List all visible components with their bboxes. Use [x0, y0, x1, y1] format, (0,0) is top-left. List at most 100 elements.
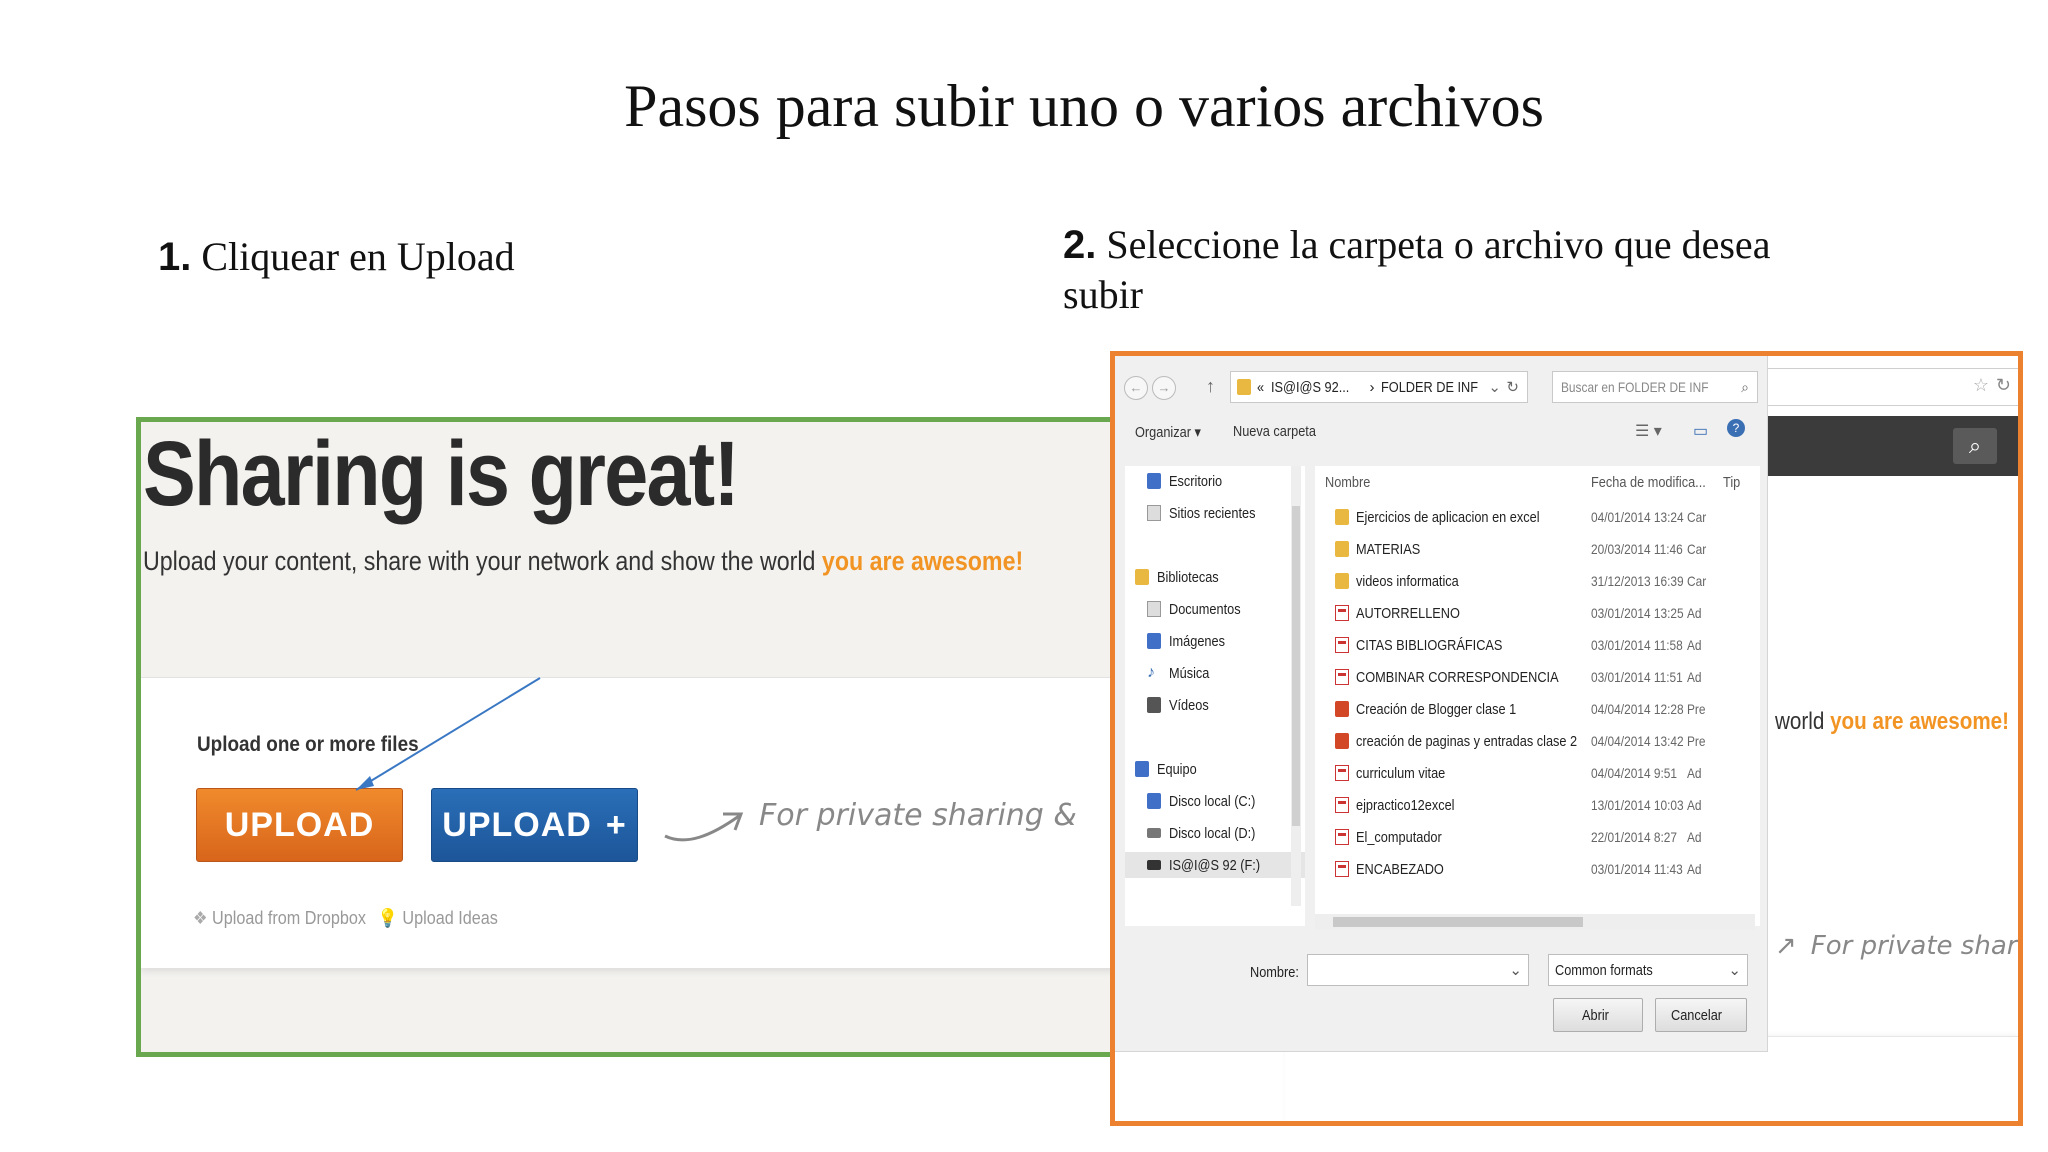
step-2-text-line2: subir [1063, 272, 1143, 317]
filename-input[interactable]: ⌄ [1307, 954, 1529, 986]
path-separator: › [1369, 378, 1375, 396]
chevron-down-icon[interactable]: ⌄ [1488, 378, 1501, 396]
file-type-icon [1335, 637, 1349, 653]
nav-documentos[interactable]: Documentos [1147, 596, 1253, 622]
background-text: world [1775, 708, 1831, 735]
column-name[interactable]: Nombre [1325, 474, 1370, 491]
step-2-text: Seleccione la carpeta o archivo que dese… [1096, 222, 1771, 267]
step-1-text: Cliquear en Upload [191, 234, 515, 279]
path-segment-2[interactable]: FOLDER DE INF [1381, 379, 1478, 396]
file-type-icon [1335, 733, 1349, 749]
step-2: 2. Seleccione la carpeta o archivo que d… [1063, 220, 1770, 320]
music-icon: ♪ [1147, 664, 1155, 681]
file-list: Nombre Fecha de modifica... Tip Ejercici… [1315, 466, 1760, 926]
lightbulb-icon: 💡 [377, 908, 398, 928]
dropbox-icon: ❖ [193, 908, 208, 928]
background-highlight: you are awesome! [1830, 708, 2010, 735]
refresh-icon: ↻ [1995, 375, 2011, 395]
view-options-icon[interactable]: ☰ ▾ [1635, 421, 1662, 441]
nav-label: Bibliotecas [1157, 568, 1219, 586]
dialog-toolbar: Organizar ▾ Nueva carpeta ☰ ▾ ▭ ? [1115, 411, 1767, 455]
nav-imagenes[interactable]: Imágenes [1147, 628, 1235, 654]
background-private: For private shari [1810, 931, 2023, 961]
file-type: Car [1687, 509, 1707, 525]
chevron-down-icon[interactable]: ⌄ [1728, 961, 1741, 979]
file-type-icon [1335, 765, 1349, 781]
dropbox-link[interactable]: Upload from Dropbox [212, 908, 366, 928]
file-row[interactable]: El_computador 22/01/2014 8:27 Ad [1315, 824, 1760, 850]
upload-links: ❖ Upload from Dropbox 💡 Upload Ideas [193, 908, 498, 929]
file-date: 03/01/2014 11:51 [1591, 669, 1683, 685]
tagline: Upload your content, share with your net… [143, 546, 1023, 577]
open-button[interactable]: Abrir [1553, 998, 1643, 1032]
upload-card: Upload one or more files UPLOAD UPLOAD + … [141, 677, 1156, 968]
nav-recientes[interactable]: Sitios recientes [1147, 500, 1271, 526]
file-row[interactable]: Creación de Blogger clase 1 04/04/2014 12… [1315, 696, 1760, 722]
file-row[interactable]: AUTORRELLENO 03/01/2014 13:25 Ad [1315, 600, 1760, 626]
file-type-select[interactable]: Common formats ⌄ [1548, 954, 1748, 986]
back-icon[interactable]: ← [1124, 376, 1148, 400]
nav-disco-c[interactable]: Disco local (C:) [1147, 788, 1271, 814]
file-row[interactable]: CITAS BIBLIOGRÁFICAS 03/01/2014 11:58 Ad [1315, 632, 1760, 658]
file-row[interactable]: ENCABEZADO 03/01/2014 11:43 Ad [1315, 856, 1760, 882]
horizontal-scrollbar[interactable] [1315, 914, 1755, 930]
file-type: Car [1687, 541, 1707, 557]
background-private-text: ↗ For private shari [1775, 931, 2023, 961]
forward-icon[interactable]: → [1152, 376, 1176, 400]
file-row[interactable]: videos informatica 31/12/2013 16:39 Car [1315, 568, 1760, 594]
file-name: curriculum vitae [1356, 764, 1446, 782]
private-sharing-text: For private sharing & [759, 798, 1077, 833]
address-bar[interactable]: « IS@I@S 92... › FOLDER DE INF ⌄ ↻ [1230, 371, 1528, 403]
file-type-icon [1335, 605, 1349, 621]
file-type: Ad [1687, 797, 1702, 813]
search-input[interactable]: Buscar en FOLDER DE INF ⌕ [1552, 371, 1758, 403]
file-row[interactable]: COMBINAR CORRESPONDENCIA 03/01/2014 11:51… [1315, 664, 1760, 690]
usb-drive-icon [1147, 860, 1161, 870]
tagline-text: Upload your content, share with your net… [143, 546, 822, 576]
nav-musica[interactable]: ♪ Música [1147, 660, 1217, 686]
column-type[interactable]: Tip [1723, 474, 1740, 491]
nav-videos[interactable]: Vídeos [1147, 692, 1216, 718]
nav-label: Documentos [1169, 600, 1241, 618]
column-date[interactable]: Fecha de modifica... [1591, 474, 1706, 491]
cancel-button[interactable]: Cancelar [1655, 998, 1747, 1032]
nav-disco-d[interactable]: Disco local (D:) [1147, 820, 1271, 846]
file-type-icon [1335, 861, 1349, 877]
file-date: 13/01/2014 10:03 [1591, 797, 1684, 813]
up-arrow-icon[interactable]: ↑ [1206, 376, 1215, 397]
file-row[interactable]: MATERIAS 20/03/2014 11:46 Car [1315, 536, 1760, 562]
refresh-icon[interactable]: ↻ [1506, 378, 1519, 396]
annotation-arrow [355, 677, 541, 791]
preview-pane-icon[interactable]: ▭ [1693, 421, 1708, 441]
file-type: Ad [1687, 829, 1702, 845]
file-date: 31/12/2013 16:39 [1591, 573, 1684, 589]
nav-bibliotecas[interactable]: Bibliotecas [1135, 564, 1230, 590]
folder-icon [1237, 379, 1251, 395]
organize-button[interactable]: Organizar ▾ [1135, 423, 1201, 441]
file-name: ejpractico12excel [1356, 796, 1455, 814]
chevron-down-icon[interactable]: ⌄ [1509, 961, 1522, 979]
ideas-link[interactable]: Upload Ideas [402, 908, 497, 928]
file-date: 04/01/2014 13:24 [1591, 509, 1684, 525]
help-icon[interactable]: ? [1727, 419, 1745, 437]
documents-icon [1147, 601, 1161, 617]
cancel-label: Cancelar [1670, 1006, 1723, 1024]
file-row[interactable]: creación de paginas y entradas clase 2 04… [1315, 728, 1760, 754]
file-row[interactable]: Ejercicios de aplicacion en excel 04/01/2… [1315, 504, 1760, 530]
open-file-dialog: ← → ↑ « IS@I@S 92... › FOLDER DE INF ⌄ ↻… [1115, 356, 1768, 1052]
desktop-icon [1147, 473, 1161, 489]
file-row[interactable]: ejpractico12excel 13/01/2014 10:03 Ad [1315, 792, 1760, 818]
file-type-icon [1335, 509, 1349, 525]
new-folder-button[interactable]: Nueva carpeta [1233, 423, 1316, 440]
file-row[interactable]: curriculum vitae 04/04/2014 9:51 Ad [1315, 760, 1760, 786]
file-date: 04/04/2014 9:51 [1591, 765, 1678, 781]
nav-label: Equipo [1157, 760, 1197, 778]
path-segment-1[interactable]: IS@I@S 92... [1271, 379, 1349, 396]
nav-usb[interactable]: IS@I@S 92 (F:) [1125, 852, 1305, 878]
nav-label: Imágenes [1169, 632, 1225, 650]
nav-escritorio[interactable]: Escritorio [1147, 468, 1232, 494]
nav-equipo[interactable]: Equipo [1135, 756, 1204, 782]
nav-scrollbar[interactable] [1291, 466, 1301, 906]
file-date: 03/01/2014 11:58 [1591, 637, 1683, 653]
file-name: El_computador [1356, 828, 1442, 846]
